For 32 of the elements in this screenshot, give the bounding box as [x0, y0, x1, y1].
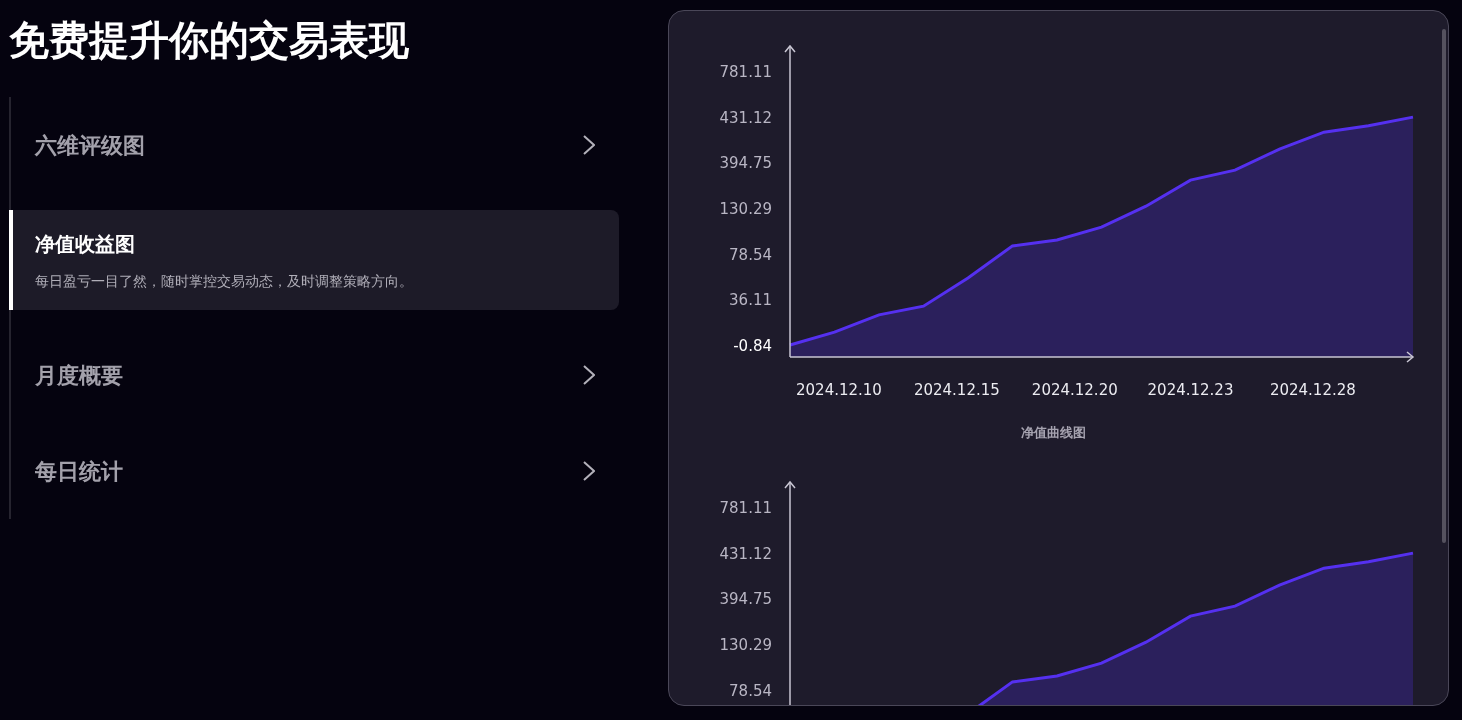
x-tick-label: 2024.12.15 — [913, 381, 1000, 399]
menu-item[interactable]: 月度概要 — [11, 327, 619, 423]
y-tick-label: 130.29 — [719, 636, 772, 654]
y-tick-label: 78.54 — [729, 681, 772, 700]
x-tick-label: 2024.12.23 — [1147, 381, 1234, 399]
y-tick-label: 130.29 — [719, 200, 772, 218]
chart-caption: 净值曲线图 — [1021, 424, 1086, 442]
chevron-right-icon — [583, 135, 595, 155]
y-tick-label: 36.11 — [729, 291, 772, 310]
x-tick-label: 2024.12.28 — [1269, 381, 1356, 399]
menu-item[interactable]: 净值收益图 每日盈亏一目了然，随时掌控交易动态，及时调整策略方向。 — [9, 210, 619, 310]
scrollbar-thumb[interactable] — [1442, 29, 1446, 543]
menu-item-label: 月度概要 — [35, 361, 123, 390]
chevron-right-icon — [583, 365, 595, 385]
x-tick-label: 2024.12.10 — [796, 381, 882, 399]
menu-item-label: 每日统计 — [35, 457, 123, 486]
y-tick-label: 394.75 — [719, 154, 772, 173]
page-title: 免费提升你的交易表现 — [9, 16, 410, 65]
menu-item-label: 六维评级图 — [35, 131, 145, 160]
chevron-right-icon — [583, 461, 595, 481]
y-tick-label: 394.75 — [719, 590, 772, 609]
y-tick-label: 781.11 — [719, 63, 772, 81]
menu-item[interactable]: 每日统计 — [11, 423, 619, 519]
y-tick-label: 431.12 — [719, 544, 772, 563]
y-tick-label: -0.84 — [733, 337, 772, 355]
x-tick-label: 2024.12.20 — [1031, 381, 1118, 399]
menu-item-description: 每日盈亏一目了然，随时掌控交易动态，及时调整策略方向。 — [35, 271, 414, 291]
menu-item[interactable]: 六维评级图 — [11, 97, 619, 193]
y-tick-label: 431.12 — [719, 108, 772, 127]
y-tick-label: 781.11 — [719, 499, 772, 517]
y-tick-label: 78.54 — [729, 245, 772, 264]
menu-item-label: 净值收益图 — [35, 230, 136, 258]
